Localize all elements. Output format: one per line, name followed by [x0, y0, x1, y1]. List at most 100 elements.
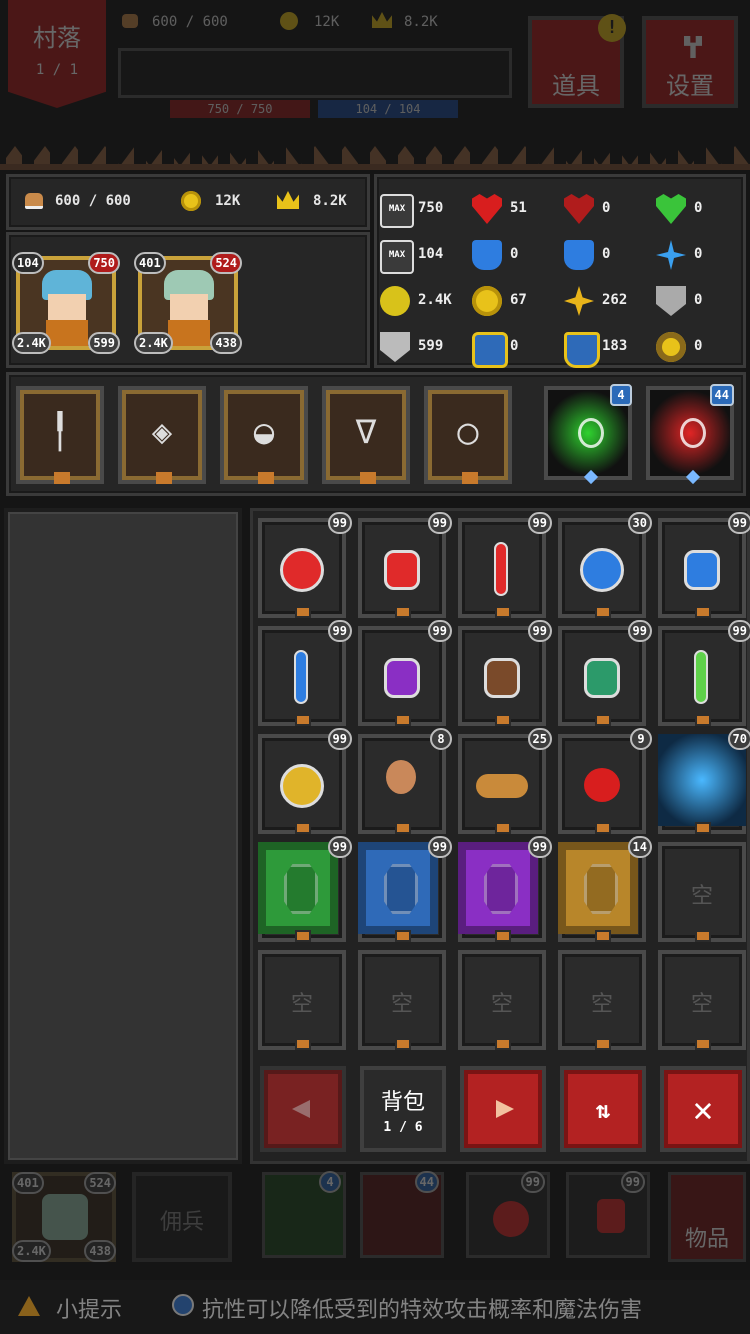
inventory-slot[interactable]: 99 — [358, 512, 452, 618]
item-count-badge: 14 — [627, 836, 652, 858]
skill-slot[interactable]: 44 — [646, 384, 734, 485]
equipment-slot[interactable]: ◈ — [118, 386, 206, 484]
hero-defense-badge: 438 — [210, 332, 242, 354]
empty-slot-label: 空 — [690, 884, 713, 909]
hero-body — [46, 320, 88, 346]
stat-value: 0 — [510, 338, 519, 354]
inventory-slot[interactable]: 8 — [358, 728, 452, 834]
stat-cell: 0 — [564, 236, 652, 276]
village-banner[interactable]: 村落 1 / 1 — [8, 0, 106, 108]
item-count-badge: 99 — [327, 512, 352, 534]
top-food-value: 600 / 600 — [152, 14, 228, 30]
stat-value: 262 — [602, 292, 628, 308]
inventory-slot[interactable]: 空 — [358, 950, 446, 1050]
dock-hero-slot[interactable]: 401 524 2.4K 438 — [12, 1172, 116, 1262]
sort-button[interactable]: ⇅ — [560, 1066, 646, 1152]
apple-icon — [584, 768, 620, 802]
gem-facet — [284, 864, 318, 914]
settings-button[interactable]: 设置 — [642, 16, 738, 108]
stat-cell: MAX 750 — [380, 190, 468, 230]
equipment-slot[interactable]: ∇ — [322, 386, 410, 484]
hero-level-badge: 104 — [12, 252, 44, 274]
inventory-slot[interactable]: 30 — [558, 512, 652, 618]
equipment-slot[interactable]: ╿ — [16, 386, 104, 484]
equipment-slot[interactable]: ◒ — [220, 386, 308, 484]
dock-items-button[interactable]: 物品 — [668, 1172, 746, 1262]
dock-skill-2[interactable]: 44 — [360, 1171, 444, 1258]
item-count-badge: 99 — [527, 512, 552, 534]
equipment-slot[interactable]: ◯ — [424, 386, 512, 484]
stat-cell: 0 — [472, 328, 560, 368]
dock-potion-2[interactable]: 99 — [566, 1171, 650, 1258]
next-page-button[interactable] — [460, 1066, 546, 1152]
blue-square-potion-icon — [684, 550, 720, 590]
warning-icon — [18, 1296, 40, 1316]
slot-tab — [295, 930, 311, 942]
village-label: 村落 — [33, 24, 81, 52]
gold-cross-icon — [564, 286, 594, 316]
inventory-slot[interactable]: 9 — [558, 728, 652, 834]
dock-potion-1[interactable]: 99 — [466, 1171, 550, 1258]
equipment-slot-tab — [258, 472, 274, 484]
max-hp-icon: MAX — [380, 194, 414, 228]
bag-label: 背包 — [380, 1090, 425, 1115]
inventory-slot[interactable]: 99 — [458, 512, 552, 618]
inventory-slot[interactable]: 99 — [458, 620, 552, 726]
heart-plus-icon — [472, 194, 502, 224]
slot-tab — [695, 714, 711, 726]
gold-ring-icon — [656, 332, 686, 362]
inventory-slot[interactable]: 99 — [658, 620, 750, 726]
inventory-slot[interactable]: 99 — [458, 836, 552, 942]
slot-tab — [695, 822, 711, 834]
inventory-slot[interactable]: 99 — [658, 512, 750, 618]
stat-cell: 67 — [472, 282, 560, 322]
inventory-slot[interactable]: 空 — [658, 950, 746, 1050]
top-mp-bar: 104 / 104 — [318, 100, 458, 118]
dock-skill-1-count: 4 — [319, 1171, 341, 1193]
inventory-slot[interactable]: 空 — [258, 950, 346, 1050]
inventory-slot[interactable]: 空 — [458, 950, 546, 1050]
slot-tab — [295, 822, 311, 834]
skill-count-badge: 44 — [709, 384, 734, 406]
prev-page-button[interactable] — [260, 1066, 346, 1152]
dock-skill-1[interactable]: 4 — [262, 1171, 346, 1258]
slot-tab — [495, 606, 511, 618]
inventory-slot[interactable]: 99 — [258, 512, 352, 618]
bag-button[interactable]: 背包 1 / 6 — [360, 1066, 446, 1152]
inventory-slot[interactable]: 99 — [258, 620, 352, 726]
red-vial-icon — [494, 542, 508, 596]
bag-page: 1 / 6 — [383, 1120, 423, 1135]
item-count-badge: 99 — [427, 512, 452, 534]
stat-value: 183 — [602, 338, 628, 354]
stat-value: 104 — [418, 246, 444, 262]
inventory-slot[interactable]: 70 — [658, 728, 750, 834]
inventory-slot[interactable]: 99 — [258, 728, 352, 834]
empty-slot-label: 空 — [490, 992, 513, 1017]
stat-value: 0 — [694, 338, 703, 354]
skill-slot[interactable]: 4 — [544, 384, 632, 485]
food-value: 600 / 600 — [55, 193, 131, 209]
inventory-slot[interactable]: 空 — [658, 842, 746, 942]
inventory-slot[interactable]: 99 — [358, 836, 452, 942]
inventory-slot[interactable]: 空 — [558, 950, 646, 1050]
mercenary-slot[interactable]: 佣兵 — [132, 1172, 232, 1262]
stat-value: 51 — [510, 200, 527, 216]
inventory-slot[interactable]: 25 — [458, 728, 552, 834]
top-food-icon — [122, 14, 138, 28]
hero-card[interactable]: 401 524 2.4K 438 — [134, 252, 242, 354]
dock-potion-2-count: 99 — [620, 1171, 645, 1193]
gold-value: 12K — [215, 193, 241, 209]
hero-card[interactable]: 104 750 2.4K 599 — [12, 252, 120, 354]
inventory-slot[interactable]: 99 — [258, 836, 352, 942]
inventory-slot[interactable]: 14 — [558, 836, 652, 942]
stat-value: 0 — [694, 200, 703, 216]
skill-count-badge: 4 — [610, 384, 632, 406]
close-button[interactable]: ✕ — [660, 1066, 746, 1152]
inventory-slot[interactable]: 99 — [558, 620, 652, 726]
gem-facet — [584, 864, 618, 914]
heart-s-icon — [564, 194, 594, 224]
inventory-slot[interactable]: 99 — [358, 620, 452, 726]
tip-label: 小提示 — [56, 1298, 123, 1323]
stat-value: 0 — [694, 292, 703, 308]
items-menu-button[interactable]: 道具 ! — [528, 14, 626, 108]
